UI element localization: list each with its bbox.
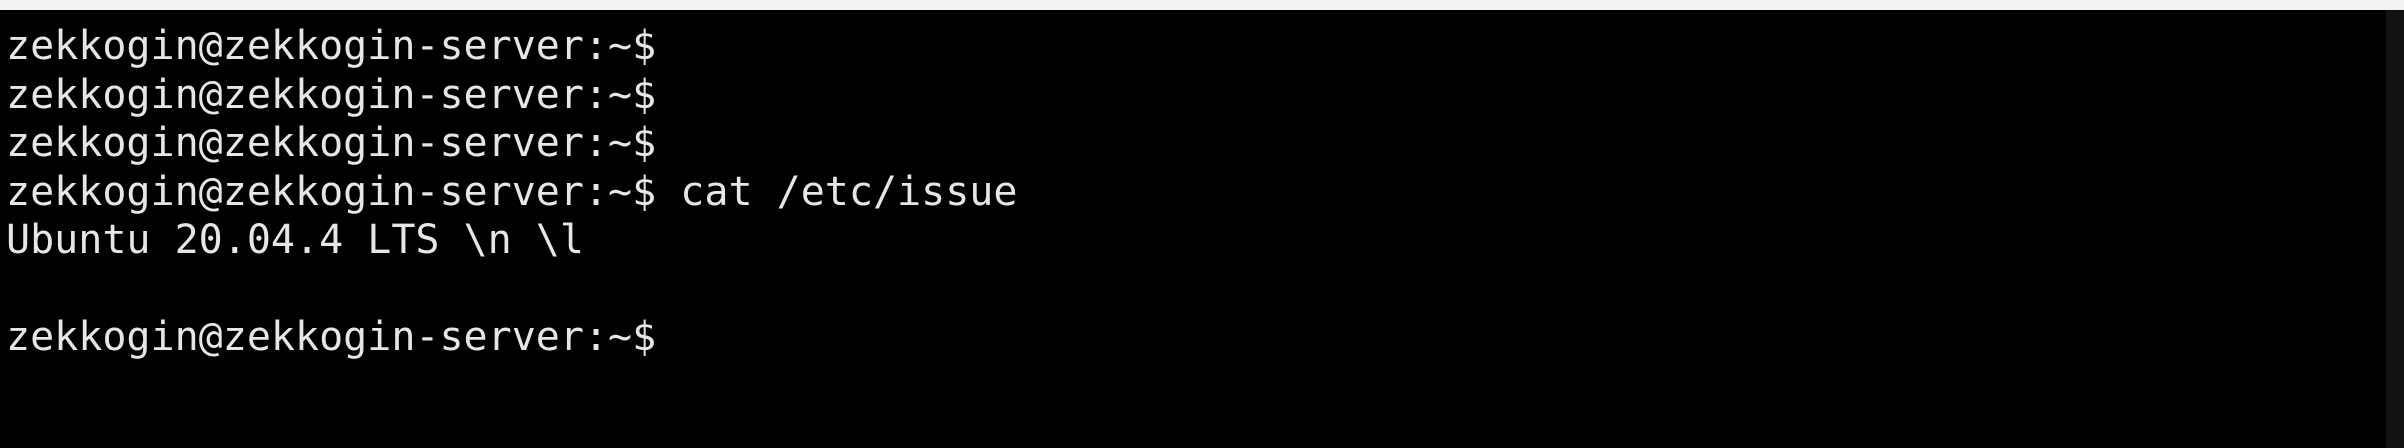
output-text: Ubuntu 20.04.4 LTS \n \l: [6, 217, 584, 263]
terminal-output-line: Ubuntu 20.04.4 LTS \n \l: [6, 216, 1017, 265]
command-text: cat /etc/issue: [656, 168, 1018, 215]
terminal-line: zekkogin@zekkogin-server:~$: [6, 119, 1017, 168]
terminal-blank-line: [6, 265, 1017, 314]
terminal-line: zekkogin@zekkogin-server:~$: [6, 22, 1017, 71]
terminal-output: zekkogin@zekkogin-server:~$ zekkogin@zek…: [6, 22, 1017, 362]
shell-prompt: zekkogin@zekkogin-server:~$: [6, 314, 657, 360]
terminal-line: zekkogin@zekkogin-server:~$ cat /etc/iss…: [6, 168, 1017, 217]
window-right-edge: [2386, 10, 2404, 448]
terminal-line-current: zekkogin@zekkogin-server:~$: [6, 313, 1017, 362]
shell-prompt: zekkogin@zekkogin-server:~$: [6, 168, 657, 215]
shell-prompt: zekkogin@zekkogin-server:~$: [6, 120, 657, 166]
terminal-window[interactable]: zekkogin@zekkogin-server:~$ zekkogin@zek…: [0, 10, 2404, 448]
terminal-line: zekkogin@zekkogin-server:~$: [6, 71, 1017, 120]
window-top-strip: [0, 0, 2404, 10]
shell-prompt: zekkogin@zekkogin-server:~$: [6, 23, 657, 69]
shell-prompt: zekkogin@zekkogin-server:~$: [6, 71, 657, 118]
